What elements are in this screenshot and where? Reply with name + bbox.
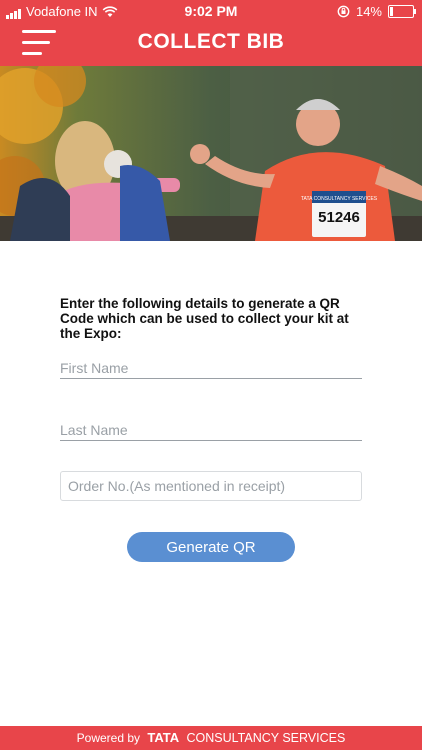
order-number-input[interactable] [60,471,362,501]
bib-sponsor: TATA CONSULTANCY SERVICES [301,196,378,202]
page-title: COLLECT BIB [137,30,285,53]
tata-logo-text: TATA [147,730,180,745]
battery-percent: 14% [355,4,382,19]
footer-banner: Powered by TATA CONSULTANCY SERVICES [0,726,422,750]
last-name-input[interactable] [60,420,362,441]
app-header: Vodafone IN 9:02 PM 14% COLLECT BIB [0,0,422,66]
orientation-lock-icon [337,5,350,18]
battery-icon [388,5,416,18]
tcs-logo-text: CONSULTANCY SERVICES [186,731,346,745]
runners-photo: TATA CONSULTANCY SERVICES 51246 [0,66,422,241]
status-bar: Vodafone IN 9:02 PM 14% [0,0,422,22]
hero-image: TATA CONSULTANCY SERVICES 51246 [0,66,422,241]
form-instructions: Enter the following details to generate … [60,296,349,341]
bib-number: 51246 [318,209,360,226]
powered-by-label: Powered by [76,731,141,745]
first-name-input[interactable] [60,358,362,379]
generate-qr-button[interactable]: Generate QR [127,532,295,562]
